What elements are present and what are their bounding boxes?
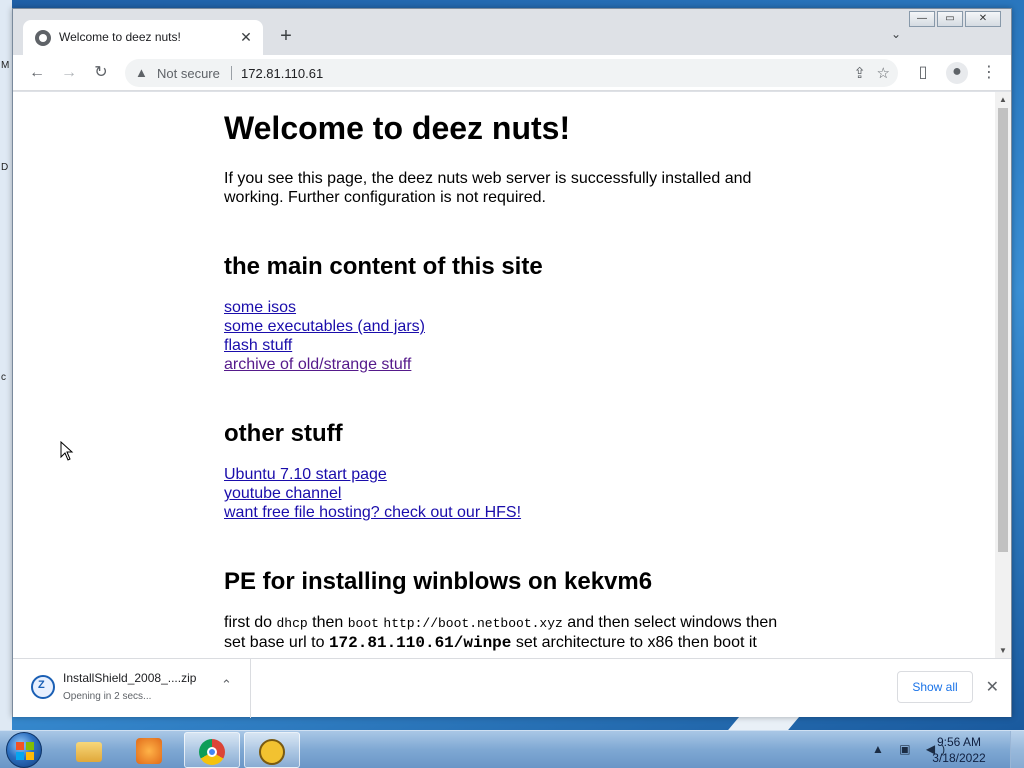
link-flash[interactable]: flash stuff	[224, 336, 784, 355]
show-all-button[interactable]: Show all	[897, 671, 973, 703]
code-dhcp: dhcp	[276, 616, 308, 631]
link-archive[interactable]: archive of old/strange stuff	[224, 355, 784, 374]
not-secure-label[interactable]: Not secure	[157, 66, 220, 81]
forward-arrow-icon[interactable]: →	[59, 63, 79, 83]
kebab-menu-icon[interactable]: ⋮	[979, 63, 999, 83]
winpe-url: 172.81.110.61/winpe	[328, 634, 512, 652]
code-boot: boot	[347, 616, 379, 631]
address-bar[interactable]: ▲ Not secure 172.81.110.61 ⇪ ☆	[125, 59, 898, 87]
page-viewport: Welcome to deez nuts! If you see this pa…	[13, 92, 1011, 658]
desktop-icon-label[interactable]: M	[1, 60, 9, 71]
side-panel-icon[interactable]: ▯	[913, 63, 933, 83]
section-heading-other: other stuff	[224, 420, 343, 447]
taskbar: ▲ ▣ ◀) 9:56 AM 3/18/2022	[0, 730, 1024, 768]
scroll-down-arrow-icon[interactable]: ▼	[999, 646, 1007, 655]
windows-logo-icon	[16, 742, 34, 760]
mouse-cursor-icon	[60, 441, 74, 461]
media-player-icon	[136, 738, 162, 764]
tab-active[interactable]: Welcome to deez nuts! ✕	[23, 20, 263, 55]
stethoscope-icon	[259, 739, 285, 765]
share-icon[interactable]: ⇪	[853, 64, 866, 82]
tab-search-chevron-icon[interactable]: ⌄	[891, 27, 901, 41]
maximize-button[interactable]: ▭	[937, 11, 963, 27]
reload-icon[interactable]: ↻	[91, 63, 111, 83]
start-button[interactable]	[6, 732, 42, 768]
zip-file-icon	[31, 675, 55, 699]
chevron-up-icon[interactable]: ⌃	[221, 677, 232, 693]
tab-close-icon[interactable]: ✕	[237, 28, 255, 46]
download-shelf: InstallShield_2008_....zip Opening in 2 …	[13, 658, 1011, 718]
new-tab-button[interactable]: +	[275, 25, 297, 47]
chrome-window: Welcome to deez nuts! ✕ + ⌄ — ▭ ✕ ← → ↻ …	[12, 8, 1012, 718]
tab-strip: Welcome to deez nuts! ✕ + ⌄ — ▭ ✕	[13, 9, 1011, 55]
system-tray: ▲ ▣ ◀) 9:56 AM 3/18/2022	[864, 731, 1024, 768]
url-text[interactable]: 172.81.110.61	[241, 66, 323, 81]
browser-toolbar: ← → ↻ ▲ Not secure 172.81.110.61 ⇪ ☆ ▯ ●…	[13, 55, 1011, 91]
link-isos[interactable]: some isos	[224, 298, 784, 317]
minimize-button[interactable]: —	[909, 11, 935, 27]
profile-avatar-icon[interactable]: ●	[946, 62, 968, 84]
tab-title: Welcome to deez nuts!	[59, 30, 181, 44]
pe-text: set architecture to x86 then boot it	[511, 634, 757, 651]
pe-text: then	[307, 614, 348, 631]
link-youtube[interactable]: youtube channel	[224, 484, 784, 503]
close-download-shelf-icon[interactable]: ✕	[986, 677, 999, 697]
clock-date[interactable]: 3/18/2022	[924, 751, 994, 765]
main-links: some isos some executables (and jars) fl…	[224, 298, 784, 374]
link-hfs[interactable]: want free file hosting? check out our HF…	[224, 503, 784, 522]
taskbar-app-stethoscope[interactable]	[244, 732, 300, 768]
close-window-button[interactable]: ✕	[965, 11, 1001, 27]
download-status: Opening in 2 secs...	[63, 691, 152, 702]
vertical-scrollbar[interactable]: ▲ ▼	[995, 92, 1011, 658]
show-desktop-button[interactable]	[1010, 731, 1024, 768]
download-filename: InstallShield_2008_....zip	[63, 671, 197, 685]
desktop-icon-strip: M D c	[0, 0, 12, 730]
link-ubuntu[interactable]: Ubuntu 7.10 start page	[224, 465, 784, 484]
download-item[interactable]: InstallShield_2008_....zip Opening in 2 …	[13, 659, 251, 718]
scrollbar-thumb[interactable]	[998, 108, 1008, 552]
warning-triangle-icon[interactable]: ▲	[135, 65, 148, 80]
page-title: Welcome to deez nuts!	[224, 110, 571, 146]
other-links: Ubuntu 7.10 start page youtube channel w…	[224, 465, 784, 522]
link-executables[interactable]: some executables (and jars)	[224, 317, 784, 336]
folder-icon	[76, 742, 102, 762]
globe-icon	[35, 30, 51, 46]
omnibox-separator	[231, 66, 232, 80]
desktop-icon-label[interactable]: D	[1, 162, 8, 173]
clock-time[interactable]: 9:56 AM	[924, 735, 994, 749]
taskbar-chrome[interactable]	[184, 732, 240, 768]
code-boot-url: http://boot.netboot.xyz	[383, 616, 563, 631]
section-heading-pe: PE for installing winblows on kekvm6	[224, 568, 653, 595]
section-heading-main: the main content of this site	[224, 253, 543, 280]
taskbar-media-player[interactable]	[122, 732, 178, 768]
bookmark-star-icon[interactable]: ☆	[877, 64, 890, 82]
pe-instructions: first do dhcp then boot http://boot.netb…	[224, 613, 784, 653]
back-arrow-icon[interactable]: ←	[27, 63, 47, 83]
intro-paragraph: If you see this page, the deez nuts web …	[224, 170, 752, 206]
chrome-icon	[199, 739, 225, 765]
wallpaper-streak	[728, 716, 800, 730]
desktop-icon-label[interactable]: c	[1, 372, 6, 383]
window-controls: — ▭ ✕	[909, 11, 1001, 27]
scroll-up-arrow-icon[interactable]: ▲	[999, 95, 1007, 104]
page-content: Welcome to deez nuts! If you see this pa…	[224, 110, 784, 653]
taskbar-explorer[interactable]	[62, 732, 118, 768]
pe-text: first do	[224, 614, 277, 631]
